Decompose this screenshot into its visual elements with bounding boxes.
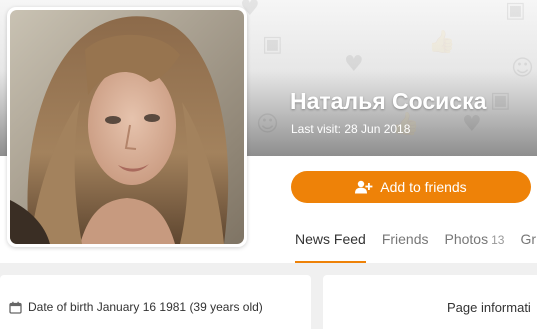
tab-label: Friends — [381, 231, 429, 247]
heart-icon: ♥ — [344, 52, 364, 77]
smile-icon: ☺ — [256, 112, 279, 137]
last-visit: Last visit: 28 Jun 2018 — [291, 122, 411, 136]
tab-label: Gr — [520, 231, 537, 247]
about-card: Date of birth January 16 1981 (39 years … — [0, 275, 311, 329]
smile-icon: ☺ — [511, 56, 534, 81]
photo-icon: ▣ — [262, 32, 283, 57]
profile-tabs: News Feed Friends Photos 13 Gr — [295, 231, 536, 263]
add-to-friends-label: Add to friends — [380, 179, 467, 195]
add-to-friends-button[interactable]: Add to friends — [291, 171, 531, 203]
thumbs-up-icon: 👍 — [428, 30, 456, 55]
heart-icon: ♥ — [462, 112, 482, 137]
tab-groups[interactable]: Gr — [520, 231, 536, 263]
tab-photos[interactable]: Photos 13 — [445, 231, 505, 263]
tab-friends[interactable]: Friends — [382, 231, 429, 263]
avatar-photo[interactable] — [10, 10, 244, 244]
page-information-title: Page informati — [447, 300, 531, 315]
date-of-birth-row: Date of birth January 16 1981 (39 years … — [9, 300, 263, 314]
date-of-birth-text: Date of birth January 16 1981 (39 years … — [28, 300, 263, 314]
calendar-icon — [9, 301, 22, 314]
photo-icon: ▣ — [505, 0, 526, 23]
photos-count: 13 — [491, 233, 505, 247]
tab-label: Photos — [444, 231, 489, 247]
tab-news-feed[interactable]: News Feed — [295, 231, 366, 263]
photo-icon: ▣ — [490, 88, 511, 113]
add-friend-icon — [355, 180, 373, 194]
tab-label: News Feed — [295, 231, 366, 247]
page-information-card: Page informati — [323, 275, 537, 329]
avatar[interactable] — [7, 7, 247, 247]
profile-name: Наталья Сосиска — [290, 88, 487, 114]
